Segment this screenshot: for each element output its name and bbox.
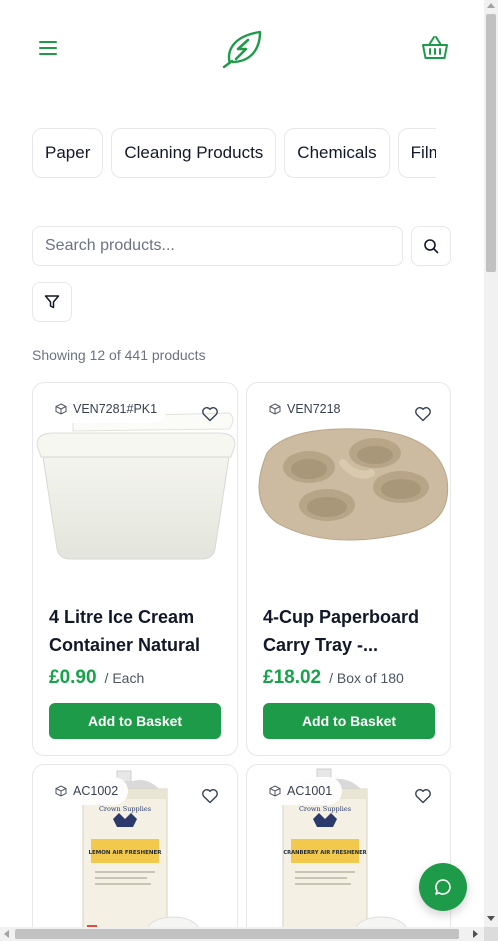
scroll-left-arrow-icon[interactable] [4, 930, 9, 938]
category-chip-label: Cleaning Products [124, 143, 264, 162]
sku-text: AC1001 [287, 784, 333, 798]
sku-badge: VEN7281#PK1 [45, 395, 168, 423]
horizontal-scroll-thumb[interactable] [15, 929, 459, 939]
package-icon [269, 785, 281, 797]
search-input[interactable] [33, 227, 402, 265]
category-chip-film[interactable]: Film [397, 128, 436, 178]
product-unit: / Each [104, 670, 145, 686]
heart-icon[interactable] [201, 405, 219, 423]
can-label-text: CRANBERRY AIR FRESHENER [283, 850, 366, 856]
category-chips: Paper Cleaning Products Chemicals Film [32, 128, 436, 178]
product-title[interactable]: 4-Cup Paperboard Carry Tray -... [263, 603, 439, 659]
leaf-lightning-logo[interactable] [218, 28, 266, 69]
category-chip-chemicals[interactable]: Chemicals [284, 128, 390, 178]
page-viewport: Paper Cleaning Products Chemicals Film S… [0, 0, 484, 927]
can-label-text: LEMON AIR FRESHENER [88, 850, 162, 856]
category-chip-label: Paper [45, 143, 91, 162]
category-chip-label: Chemicals [297, 143, 377, 162]
sku-badge: AC1002 [45, 777, 129, 805]
heart-icon[interactable] [201, 787, 219, 805]
sku-badge: VEN7218 [259, 395, 351, 423]
search-field [32, 226, 403, 266]
category-chip-label: Film [410, 143, 436, 162]
horizontal-scrollbar[interactable] [0, 927, 484, 941]
heart-icon[interactable] [414, 787, 432, 805]
results-count: Showing 12 of 441 products [32, 347, 206, 363]
product-card[interactable]: VEN7218 4-Cup Paperboard Carry Tray -...… [246, 382, 451, 756]
product-card[interactable]: VEN7281#PK1 4 Litre Ice Cream Container … [32, 382, 238, 756]
category-chip-cleaning-products[interactable]: Cleaning Products [111, 128, 277, 178]
hamburger-menu-icon[interactable] [36, 37, 60, 59]
heart-icon[interactable] [414, 405, 432, 423]
sku-badge: AC1001 [259, 777, 343, 805]
search-icon [424, 239, 439, 254]
chat-button[interactable] [419, 863, 467, 911]
filter-button[interactable] [32, 282, 72, 322]
scroll-down-arrow-icon[interactable] [487, 916, 495, 921]
site-header [0, 0, 484, 96]
search-button[interactable] [411, 226, 451, 266]
scroll-up-arrow-icon[interactable] [487, 3, 495, 8]
vertical-scrollbar[interactable] [484, 0, 498, 927]
sku-text: VEN7218 [287, 402, 341, 416]
scrollbar-corner [484, 927, 498, 941]
product-price: £18.02 [263, 667, 322, 688]
product-price: £0.90 [49, 667, 97, 688]
vertical-scroll-thumb[interactable] [486, 14, 496, 272]
add-to-basket-button[interactable]: Add to Basket [263, 703, 435, 739]
price-row: £18.02 / Box of 180 [263, 667, 404, 689]
package-icon [55, 403, 67, 415]
product-unit: / Box of 180 [329, 670, 404, 686]
add-to-basket-button[interactable]: Add to Basket [49, 703, 221, 739]
can-brand-text: Crown Supplies [299, 805, 351, 813]
product-card[interactable]: Crown Supplies LEMON AIR FRESHENER AC100… [32, 764, 238, 927]
product-title[interactable]: 4 Litre Ice Cream Container Natural [49, 603, 225, 659]
product-card[interactable]: Crown Supplies CRANBERRY AIR FRESHENER A… [246, 764, 451, 927]
scroll-right-arrow-icon[interactable] [473, 930, 478, 938]
shopping-basket-icon[interactable] [420, 34, 450, 62]
package-icon [269, 403, 281, 415]
category-chip-paper[interactable]: Paper [32, 128, 104, 178]
chat-bubble-icon [435, 879, 451, 895]
price-row: £0.90 / Each [49, 667, 144, 689]
sku-text: VEN7281#PK1 [73, 402, 158, 416]
package-icon [55, 785, 67, 797]
can-brand-text: Crown Supplies [99, 805, 151, 813]
filter-icon [44, 295, 60, 309]
sku-text: AC1002 [73, 784, 119, 798]
